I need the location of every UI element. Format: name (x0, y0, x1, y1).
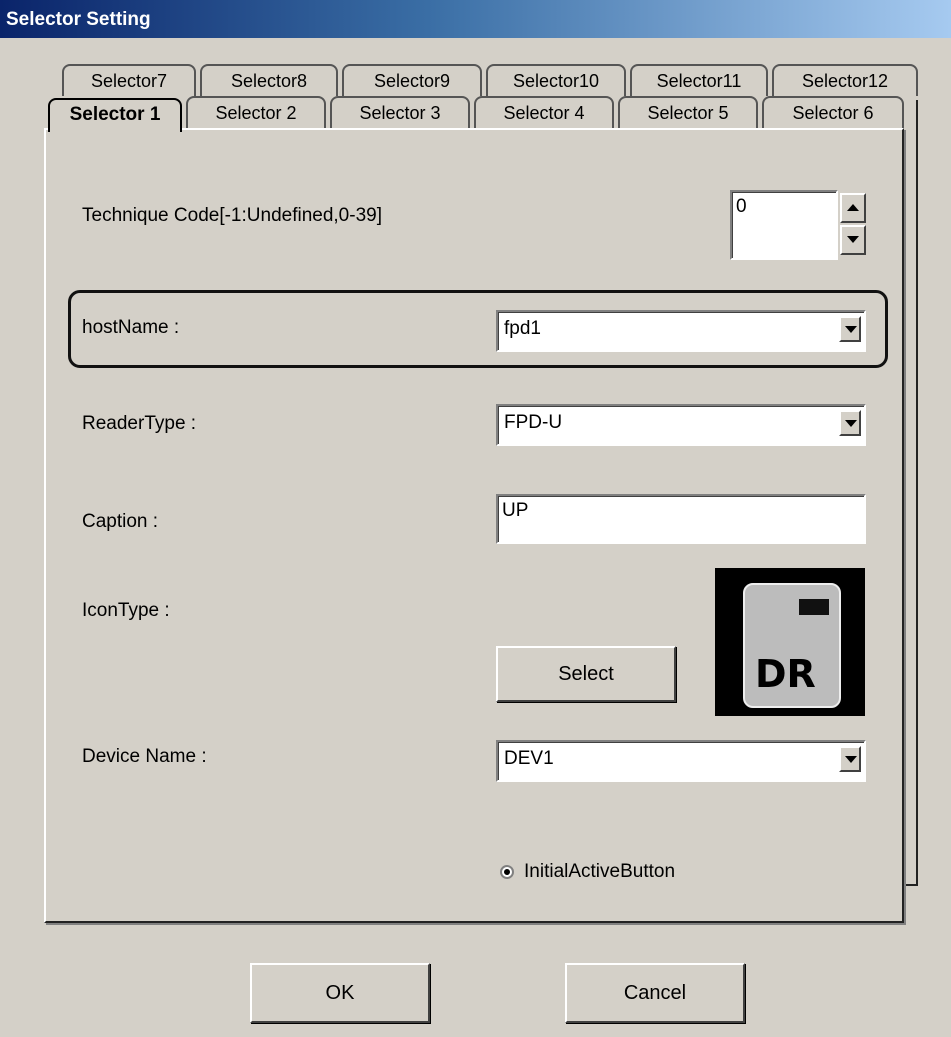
spin-down-button[interactable] (840, 225, 866, 255)
caption-value: UP (502, 500, 529, 521)
caption-label: Caption : (82, 511, 159, 532)
caption-input[interactable]: UP (496, 494, 866, 544)
reader-type-select[interactable]: FPD-U (496, 404, 866, 446)
technique-code-label: Technique Code[-1:Undefined,0-39] (82, 205, 382, 226)
ok-button[interactable]: OK (250, 963, 430, 1023)
icon-type-label: IconType : (82, 600, 170, 621)
device-name-label: Device Name : (82, 746, 207, 767)
dr-device-icon: DR (743, 583, 841, 708)
select-icon-button[interactable]: Select (496, 646, 676, 702)
initial-active-label: InitialActiveButton (524, 861, 676, 882)
icon-text: DR (755, 652, 816, 696)
initial-active-radio[interactable] (500, 865, 514, 879)
highlight-frame (68, 290, 888, 368)
icon-preview: DR (715, 568, 865, 716)
technique-code-value: 0 (736, 196, 747, 217)
device-name-select[interactable]: DEV1 (496, 740, 866, 782)
device-name-value: DEV1 (504, 748, 554, 769)
chevron-down-icon[interactable] (839, 746, 861, 772)
reader-type-label: ReaderType : (82, 413, 197, 434)
cancel-button[interactable]: Cancel (565, 963, 745, 1023)
device-slot (799, 599, 829, 615)
reader-type-value: FPD-U (504, 412, 563, 433)
chevron-down-icon[interactable] (839, 410, 861, 436)
technique-code-input[interactable]: 0 (730, 190, 838, 260)
spin-up-button[interactable] (840, 193, 866, 223)
